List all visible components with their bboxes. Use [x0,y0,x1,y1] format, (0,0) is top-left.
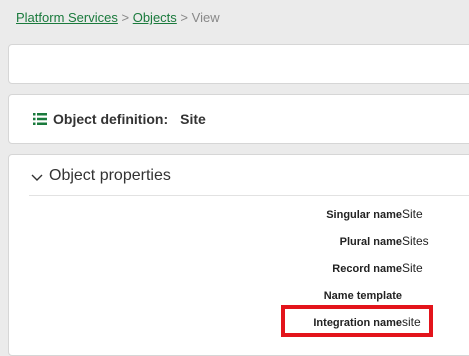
property-value: Site [402,261,423,275]
breadcrumb-current: View [191,10,220,25]
breadcrumb-separator: > [180,10,189,25]
property-value: Sites [402,234,429,248]
property-row: Plural name Sites [9,233,469,253]
property-label: Singular name [326,209,402,221]
object-properties-title: Object properties [49,167,171,184]
chevron-down-icon[interactable] [31,171,43,183]
property-label: Name template [323,290,402,302]
breadcrumb-platform-services[interactable]: Platform Services [16,10,118,25]
breadcrumb-objects[interactable]: Objects [133,10,177,25]
list-icon [33,113,47,125]
object-properties-header[interactable]: Object properties [29,165,469,196]
property-label: Record name [332,263,402,275]
property-row: Singular name Site [9,206,469,226]
breadcrumb-separator: > [121,10,130,25]
object-definition-value: Site [180,111,206,127]
property-value: Site [402,207,423,221]
property-label: Plural name [339,236,402,248]
breadcrumb: Platform Services > Objects > View [16,10,220,25]
object-definition-panel: Object definition: Site [8,94,469,144]
toolbar-panel [8,44,469,84]
highlight-box [281,305,433,337]
property-row: Name template [9,287,469,307]
object-definition-label: Object definition: [53,111,169,127]
object-definition-header: Object definition: Site [33,111,206,127]
property-row: Record name Site [9,260,469,280]
